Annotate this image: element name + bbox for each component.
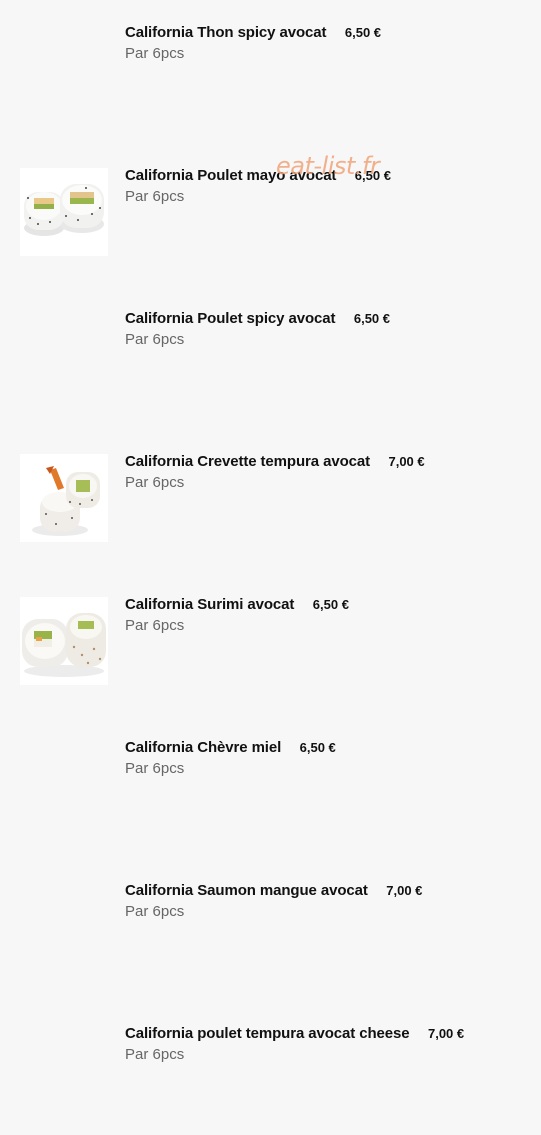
item-price: 6,50 € [312, 597, 349, 612]
menu-item[interactable]: California Crevette tempura avocat 7,00 … [0, 453, 541, 563]
sushi-roll-image[interactable] [20, 597, 108, 685]
item-name: California Saumon mangue avocat [125, 882, 368, 899]
item-description: Par 6pcs [125, 617, 185, 634]
item-description: Par 6pcs [125, 760, 185, 777]
item-title-line: California Chèvre miel 6,50 € [125, 739, 336, 757]
item-price: 6,50 € [344, 25, 382, 40]
item-info: California Chèvre miel 6,50 € Par 6pcs [125, 739, 336, 777]
item-description: Par 6pcs [125, 903, 185, 920]
sushi-roll-image[interactable] [20, 168, 108, 256]
item-price: 6,50 € [299, 740, 336, 755]
item-info: California Surimi avocat 6,50 € Par 6pcs [125, 596, 349, 634]
item-info: California poulet tempura avocat cheese … [125, 1025, 464, 1063]
item-info: California Thon spicy avocat 6,50 € Par … [125, 24, 381, 62]
item-description: Par 6pcs [125, 188, 185, 205]
sushi-roll-image[interactable] [20, 454, 108, 542]
item-description: Par 6pcs [125, 474, 185, 491]
item-info: California Crevette tempura avocat 7,00 … [125, 453, 425, 491]
item-name: California poulet tempura avocat cheese [125, 1025, 410, 1042]
item-title-line: California Saumon mangue avocat 7,00 € [125, 882, 422, 900]
item-title-line: California poulet tempura avocat cheese … [125, 1025, 464, 1043]
item-name: California Crevette tempura avocat [125, 453, 371, 470]
surimi-roll-icon [20, 597, 108, 685]
item-description: Par 6pcs [125, 45, 185, 62]
item-name: California Poulet spicy avocat [125, 310, 336, 327]
item-title-line: California Surimi avocat 6,50 € [125, 596, 349, 614]
item-name: California Chèvre miel [125, 739, 282, 756]
menu-item[interactable]: California Poulet mayo avocat 6,50 € Par… [0, 167, 541, 277]
menu-item[interactable]: California Surimi avocat 6,50 € Par 6pcs [0, 596, 541, 706]
menu-item[interactable]: California poulet tempura avocat cheese … [0, 1025, 541, 1135]
item-price: 7,00 € [388, 454, 425, 469]
item-price: 7,00 € [427, 1026, 465, 1041]
menu-item[interactable]: California Saumon mangue avocat 7,00 € P… [0, 882, 541, 992]
item-description: Par 6pcs [125, 1046, 185, 1063]
item-name: California Surimi avocat [125, 596, 295, 613]
item-price: 6,50 € [353, 311, 391, 326]
menu-item[interactable]: California Poulet spicy avocat 6,50 € Pa… [0, 310, 541, 420]
item-title-line: California Poulet spicy avocat 6,50 € [125, 310, 390, 328]
menu-item[interactable]: California Chèvre miel 6,50 € Par 6pcs [0, 739, 541, 849]
menu-item[interactable]: California Thon spicy avocat 6,50 € Par … [0, 24, 541, 134]
item-name: California Thon spicy avocat [125, 24, 327, 41]
item-description: Par 6pcs [125, 331, 185, 348]
item-info: California Poulet spicy avocat 6,50 € Pa… [125, 310, 390, 348]
watermark: eat-list.fr [276, 152, 380, 180]
item-info: California Saumon mangue avocat 7,00 € P… [125, 882, 422, 920]
item-title-line: California Crevette tempura avocat 7,00 … [125, 453, 425, 471]
sushi-roll-icon [20, 168, 108, 256]
item-price: 7,00 € [386, 883, 423, 898]
shrimp-tempura-roll-icon [20, 454, 108, 542]
item-title-line: California Thon spicy avocat 6,50 € [125, 24, 381, 42]
